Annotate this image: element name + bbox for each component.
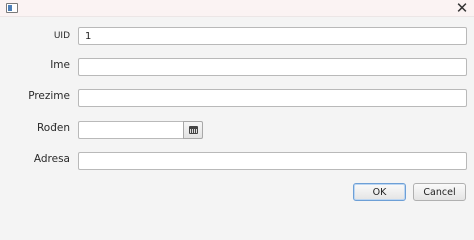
adresa-label: Adresa <box>33 153 70 165</box>
uid-field[interactable] <box>78 27 467 45</box>
title-bar: ✕ <box>0 0 474 17</box>
roden-date-field[interactable] <box>78 121 184 139</box>
prezime-field[interactable] <box>78 89 467 107</box>
date-picker-button[interactable] <box>183 121 203 139</box>
ime-field[interactable] <box>78 58 467 76</box>
window-app-icon <box>6 3 18 13</box>
cancel-button[interactable]: Cancel <box>413 183 466 201</box>
adresa-field[interactable] <box>78 152 467 170</box>
calendar-icon <box>189 126 198 134</box>
roden-label: Rođen <box>36 122 70 134</box>
prezime-label: Prezime <box>28 90 70 102</box>
ime-label: Ime <box>50 59 70 71</box>
close-button[interactable]: ✕ <box>452 0 472 17</box>
ok-button[interactable]: OK <box>353 183 406 201</box>
uid-label: UID <box>53 31 70 41</box>
